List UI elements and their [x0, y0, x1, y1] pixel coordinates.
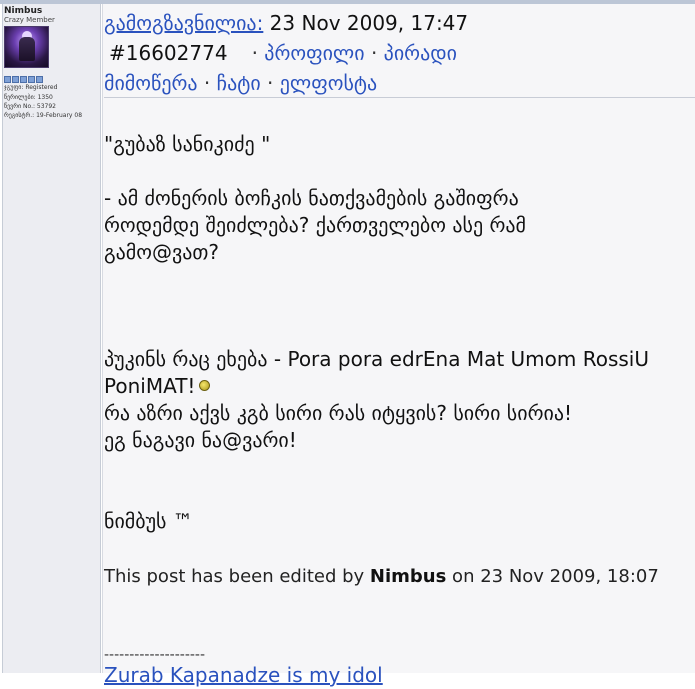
email-link[interactable]: ელფოსტა	[280, 71, 377, 95]
private-message-link[interactable]: პირადი	[384, 41, 457, 65]
author-registered-date: რეგისტრ.: 19-February 08	[4, 112, 83, 119]
signature-link[interactable]: Zurab Kapanadze is my idol	[104, 663, 383, 687]
author-group: ჯგუფი: Registered	[4, 84, 58, 91]
post-body-line: ეგ ნაგავი ნა@ვარი!	[104, 428, 297, 452]
rank-pip-icon	[12, 76, 19, 83]
rank-pips	[4, 76, 43, 83]
chat-link[interactable]: ჩატი	[217, 71, 261, 95]
header-divider	[104, 97, 695, 98]
post-header-line-2: #16602774 · პროფილი · პირადი	[104, 38, 695, 68]
author-username[interactable]: Nimbus	[4, 6, 42, 16]
post-body-line: როდემდე შეიძლება? ქართველებო ასე რამ	[104, 213, 526, 237]
author-member-number: წევრი No.: 53792	[4, 103, 56, 110]
post-header-line-1: გამოგზავნილია: 23 Nov 2009, 17:47	[104, 8, 695, 38]
signature-line: Zurab Kapanadze is my idol	[104, 662, 383, 689]
post-body-line-with-smiley: PoniMAT!	[104, 373, 211, 400]
post-date: 23 Nov 2009, 17:47	[263, 11, 469, 35]
post-header: გამოგზავნილია: 23 Nov 2009, 17:47 #16602…	[104, 8, 695, 98]
profile-link[interactable]: პროფილი	[264, 41, 364, 65]
post-id: #16602774	[109, 41, 228, 65]
post-body-line: გამო@ვათ?	[104, 240, 219, 264]
link-separator: ·	[203, 71, 211, 95]
post-sent-label-link[interactable]: გამოგზავნილია:	[104, 11, 263, 35]
post-body-line: ნიმბუს ™	[104, 509, 193, 533]
post-body-line: პუკინს რაც ეხება - Pora pora edrEna Mat …	[104, 347, 649, 371]
smiley-icon	[199, 380, 211, 391]
link-separator: ·	[251, 41, 258, 65]
post-body-line: რა აზრი აქვს კგბ სირი რას იტყვის? სირი ს…	[104, 401, 573, 425]
private-message-link-cont[interactable]: მიმოწერა	[104, 71, 198, 95]
avatar-figure-shape	[19, 37, 35, 61]
rank-pip-icon	[20, 76, 27, 83]
rank-pip-icon	[36, 76, 43, 83]
link-separator: ·	[267, 71, 274, 95]
edited-suffix: on 23 Nov 2009, 18:07	[446, 566, 659, 587]
author-title: Crazy Member	[4, 16, 55, 24]
post-body-line: PoniMAT!	[104, 374, 196, 398]
rank-pip-icon	[4, 76, 11, 83]
edited-prefix: This post has been edited by	[104, 566, 370, 587]
post-body-line: "გუბაზ სანიკიძე "	[104, 132, 271, 156]
rank-pip-icon	[28, 76, 35, 83]
edited-by-user: Nimbus	[369, 566, 447, 587]
link-separator: ·	[370, 41, 378, 65]
post-body-line: - ამ ძონერის ბოჩკის ნათქვამების გაშიფრა	[104, 186, 519, 210]
edited-notice: This post has been edited by Nimbus on 2…	[104, 563, 659, 590]
post-header-line-3: მიმოწერა · ჩატი · ელფოსტა	[104, 68, 695, 98]
author-avatar[interactable]	[4, 26, 49, 68]
author-posts-count: წერილები: 1350	[4, 94, 53, 101]
